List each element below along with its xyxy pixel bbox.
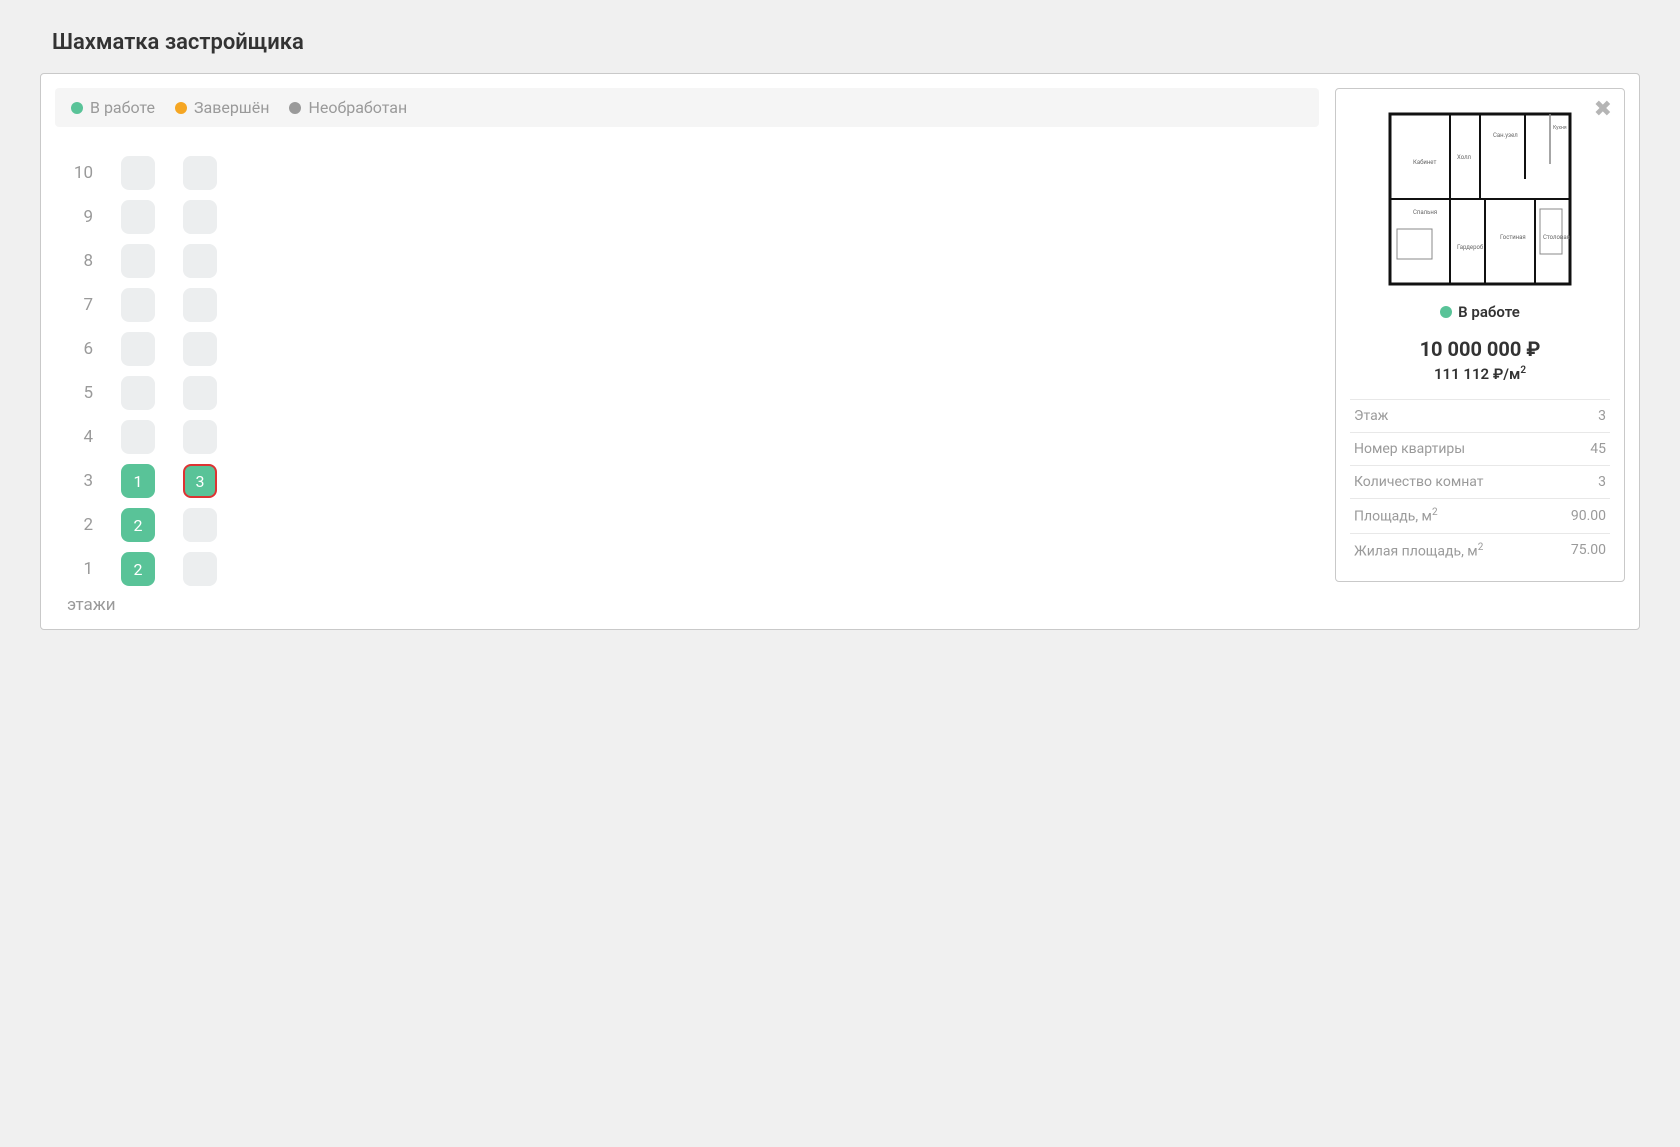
apartment-cell[interactable] bbox=[183, 244, 217, 278]
close-icon[interactable]: ✖ bbox=[1594, 99, 1612, 121]
svg-text:Кухня: Кухня bbox=[1553, 125, 1567, 131]
floor-row: 5 bbox=[67, 371, 1319, 415]
legend-dot-icon bbox=[175, 102, 187, 114]
apartment-detail-panel: ✖ Кабинет Холл Сан.узел Спальня Гардероб… bbox=[1335, 88, 1625, 582]
detail-row-label: Площадь, м2 bbox=[1350, 499, 1548, 534]
detail-row-label: Номер квартиры bbox=[1350, 433, 1548, 466]
table-row: Площадь, м290.00 bbox=[1350, 499, 1610, 534]
floor-row: 4 bbox=[67, 415, 1319, 459]
table-row: Количество комнат3 bbox=[1350, 466, 1610, 499]
apartment-cell[interactable] bbox=[121, 156, 155, 190]
detail-row-value: 3 bbox=[1548, 466, 1610, 499]
svg-text:Кабинет: Кабинет bbox=[1413, 159, 1436, 166]
apartment-cell[interactable] bbox=[121, 200, 155, 234]
floor-number-label: 5 bbox=[67, 383, 93, 403]
detail-price: 10 000 000 ₽ bbox=[1350, 337, 1610, 361]
floor-row: 7 bbox=[67, 283, 1319, 327]
apartment-cell[interactable]: 3 bbox=[183, 464, 217, 498]
floor-number-label: 8 bbox=[67, 251, 93, 271]
svg-text:Гардероб: Гардероб bbox=[1457, 244, 1484, 251]
table-row: Этаж3 bbox=[1350, 400, 1610, 433]
detail-table: Этаж3Номер квартиры45Количество комнат3П… bbox=[1350, 399, 1610, 567]
floor-number-label: 6 bbox=[67, 339, 93, 359]
main-panel: В работеЗавершёнНеобработан 109876543132… bbox=[40, 73, 1640, 630]
detail-status-label: В работе bbox=[1458, 303, 1520, 321]
table-row: Номер квартиры45 bbox=[1350, 433, 1610, 466]
floor-row: 12 bbox=[67, 547, 1319, 591]
apartment-cell[interactable] bbox=[121, 376, 155, 410]
apartment-cell[interactable] bbox=[121, 288, 155, 322]
detail-row-label: Этаж bbox=[1350, 400, 1548, 433]
legend-item-orange: Завершён bbox=[175, 98, 269, 117]
apartment-cell[interactable]: 2 bbox=[121, 552, 155, 586]
detail-price-per-m2: 111 112 ₽/м2 bbox=[1350, 365, 1610, 383]
apartment-cell[interactable] bbox=[121, 420, 155, 454]
detail-row-value: 75.00 bbox=[1548, 533, 1610, 567]
floor-number-label: 10 bbox=[67, 163, 93, 183]
floor-number-label: 2 bbox=[67, 515, 93, 535]
legend-item-green: В работе bbox=[71, 98, 155, 117]
svg-text:Гостиная: Гостиная bbox=[1500, 234, 1526, 241]
floorplan-image: Кабинет Холл Сан.узел Спальня Гардероб Г… bbox=[1385, 109, 1575, 289]
floor-row: 22 bbox=[67, 503, 1319, 547]
apartment-cell[interactable] bbox=[183, 156, 217, 190]
detail-row-value: 90.00 bbox=[1548, 499, 1610, 534]
apartment-cell[interactable] bbox=[183, 508, 217, 542]
floor-row: 6 bbox=[67, 327, 1319, 371]
detail-row-value: 3 bbox=[1548, 400, 1610, 433]
apartment-cell[interactable]: 1 bbox=[121, 464, 155, 498]
legend-label: Необработан bbox=[308, 98, 407, 117]
floor-number-label: 7 bbox=[67, 295, 93, 315]
table-row: Жилая площадь, м275.00 bbox=[1350, 533, 1610, 567]
legend-dot-icon bbox=[289, 102, 301, 114]
apartment-cell[interactable] bbox=[183, 376, 217, 410]
detail-row-label: Количество комнат bbox=[1350, 466, 1548, 499]
svg-text:Спальня: Спальня bbox=[1413, 209, 1437, 216]
legend-dot-icon bbox=[71, 102, 83, 114]
legend-label: В работе bbox=[90, 98, 155, 117]
floor-grid: 109876543132212 bbox=[55, 151, 1319, 591]
apartment-cell[interactable] bbox=[183, 552, 217, 586]
chessboard-column: В работеЗавершёнНеобработан 109876543132… bbox=[55, 88, 1319, 615]
floor-row: 9 bbox=[67, 195, 1319, 239]
floor-number-label: 9 bbox=[67, 207, 93, 227]
floor-number-label: 4 bbox=[67, 427, 93, 447]
svg-text:Столовая: Столовая bbox=[1543, 234, 1570, 241]
floor-number-label: 3 bbox=[67, 471, 93, 491]
floor-row: 10 bbox=[67, 151, 1319, 195]
detail-row-label: Жилая площадь, м2 bbox=[1350, 533, 1548, 567]
apartment-cell[interactable] bbox=[121, 332, 155, 366]
detail-row-value: 45 bbox=[1548, 433, 1610, 466]
floor-number-label: 1 bbox=[67, 559, 93, 579]
page-title: Шахматка застройщика bbox=[52, 30, 1640, 55]
apartment-cell[interactable]: 2 bbox=[121, 508, 155, 542]
apartment-cell[interactable] bbox=[183, 288, 217, 322]
apartment-cell[interactable] bbox=[183, 200, 217, 234]
apartment-cell[interactable] bbox=[183, 420, 217, 454]
legend-label: Завершён bbox=[194, 98, 269, 117]
axis-label-floors: этажи bbox=[55, 595, 1319, 615]
legend-item-gray: Необработан bbox=[289, 98, 407, 117]
apartment-cell[interactable] bbox=[121, 244, 155, 278]
detail-status: В работе bbox=[1350, 303, 1610, 321]
floor-row: 313 bbox=[67, 459, 1319, 503]
status-dot-icon bbox=[1440, 306, 1452, 318]
apartment-cell[interactable] bbox=[183, 332, 217, 366]
svg-text:Холл: Холл bbox=[1457, 154, 1472, 161]
legend-bar: В работе Завершён Необработан bbox=[55, 88, 1319, 127]
floor-row: 8 bbox=[67, 239, 1319, 283]
svg-text:Сан.узел: Сан.узел bbox=[1493, 132, 1518, 139]
